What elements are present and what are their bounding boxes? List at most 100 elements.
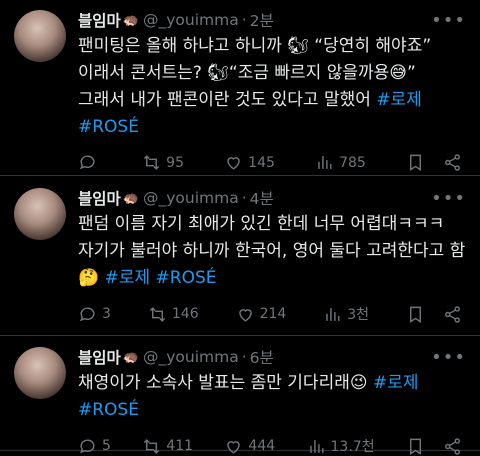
text-line: 팬미팅은 올해 하냐고 하니까 🐿 “당연히 해야죠” <box>78 36 432 56</box>
tweet-body: 블임마 🦔 @_youimma · 4분 ••• 팬덤 이름 자기 최애가 있긴… <box>78 186 466 335</box>
bookmark-share-group <box>406 153 462 172</box>
reply-button[interactable]: 3 <box>78 305 111 324</box>
share-button[interactable] <box>443 305 462 324</box>
views-count: 13.7천 <box>330 439 375 455</box>
heart-icon <box>227 157 240 170</box>
heart-icon <box>227 440 241 454</box>
retweet-count: 95 <box>166 154 184 171</box>
like-count: 145 <box>248 154 275 171</box>
tweet-text: 팬덤 이름 자기 최애가 있긴 한데 너무 어렵대ㅋㅋㅋ 자기가 불러야 하니까… <box>78 211 466 292</box>
views-bars-icon <box>326 307 340 321</box>
bookmark-share-group <box>406 437 462 456</box>
reply-button[interactable] <box>78 153 102 172</box>
views-bars-icon <box>309 439 324 453</box>
retweet-button[interactable]: 95 <box>142 153 184 172</box>
like-count: 444 <box>248 438 276 454</box>
reply-bubble-icon <box>79 155 95 170</box>
tweet-header: 블임마 🦔 @_youimma · 2분 ••• <box>78 8 466 32</box>
handle[interactable]: @_youimma <box>143 11 239 29</box>
more-dots-icon[interactable]: ••• <box>431 188 466 209</box>
display-name[interactable]: 블임마 <box>78 187 121 209</box>
avatar[interactable] <box>14 347 66 399</box>
tweet-header: 블임마 🦔 @_youimma · 4분 ••• <box>78 186 466 210</box>
retweet-count: 146 <box>171 306 199 322</box>
share-button[interactable] <box>443 153 462 172</box>
handle[interactable]: @_youimma <box>143 189 239 207</box>
tweet-text: 팬미팅은 올해 하냐고 하니까 🐿 “당연히 해야죠” 이래서 콘서트는? 🐿“… <box>78 33 466 141</box>
retweet-button[interactable]: 411 <box>142 437 193 456</box>
views-count: 3천 <box>347 307 370 323</box>
share-icon <box>445 154 460 171</box>
hashtag-link[interactable]: #ROSÉ <box>78 117 139 137</box>
action-bar: 95 145 785 <box>78 153 466 172</box>
reply-bubble-icon <box>79 306 95 321</box>
action-bar: 3 146 214 3천 <box>78 304 466 324</box>
avatar[interactable] <box>14 188 66 240</box>
retweet-icon <box>144 438 160 454</box>
like-button[interactable]: 444 <box>224 437 275 456</box>
timeline: 블임마 🦔 @_youimma · 2분 ••• 팬미팅은 올해 하냐고 하니까… <box>0 0 480 456</box>
text-line: 🤔 <box>78 268 105 288</box>
like-count: 214 <box>259 306 287 322</box>
bookmark-icon <box>410 306 421 323</box>
retweet-icon <box>144 155 160 170</box>
bookmark-button[interactable] <box>406 305 425 324</box>
handle[interactable]: @_youimma <box>143 348 239 366</box>
share-icon <box>445 437 460 455</box>
bookmark-button[interactable] <box>406 437 425 456</box>
more-dots-icon[interactable]: ••• <box>431 10 466 31</box>
hashtag-link[interactable]: #ROSÉ <box>78 400 139 420</box>
retweet-count: 411 <box>166 438 194 454</box>
views-count: 785 <box>339 154 366 171</box>
hashtag-link[interactable]: #로제 <box>376 90 422 110</box>
reply-count: 3 <box>102 306 111 322</box>
like-button[interactable]: 145 <box>224 153 275 172</box>
text-line: 이래서 콘서트는? 🐿“조금 빠르지 않을까용😅” <box>78 63 416 83</box>
hashtag-link[interactable]: #ROSÉ <box>156 268 217 288</box>
views-bars-icon <box>318 156 332 169</box>
share-icon <box>445 305 460 323</box>
views-button[interactable]: 13.7천 <box>307 436 375 456</box>
text-line: 채영이가 소속사 발표는 좀만 기다리래😉 <box>78 373 373 393</box>
bookmark-icon <box>410 154 421 171</box>
tweet[interactable]: 블임마 🦔 @_youimma · 2분 ••• 팬미팅은 올해 하냐고 하니까… <box>0 0 480 176</box>
tweet-body: 블임마 🦔 @_youimma · 2분 ••• 팬미팅은 올해 하냐고 하니까… <box>78 8 466 175</box>
hashtag-link[interactable]: #로제 <box>373 373 419 393</box>
bookmark-share-group <box>406 305 462 324</box>
views-button[interactable]: 3천 <box>323 304 369 324</box>
bookmark-icon <box>409 438 421 455</box>
reply-button[interactable]: 5 <box>78 437 111 456</box>
separator-dot: · <box>241 11 247 29</box>
separator-dot: · <box>241 348 247 366</box>
retweet-button[interactable]: 146 <box>148 305 199 324</box>
name-emoji: 🦔 <box>122 190 139 206</box>
timestamp[interactable]: 6분 <box>250 346 274 368</box>
display-name[interactable]: 블임마 <box>78 9 121 31</box>
more-dots-icon[interactable]: ••• <box>431 347 466 368</box>
like-button[interactable]: 214 <box>236 305 287 324</box>
tweet-header: 블임마 🦔 @_youimma · 6분 ••• <box>78 345 466 369</box>
views-button[interactable]: 785 <box>315 153 366 172</box>
action-bar: 5 411 444 13.7천 <box>78 436 466 456</box>
reply-count: 5 <box>102 438 111 454</box>
display-name[interactable]: 블임마 <box>78 346 121 368</box>
text-line: 팬덤 이름 자기 최애가 있긴 한데 너무 어렵대ㅋㅋㅋ <box>78 214 445 234</box>
heart-icon <box>238 308 252 322</box>
hashtag-link[interactable]: #로제 <box>105 268 151 288</box>
text-line: 그래서 내가 팬콘이란 것도 있다고 말했어 <box>78 90 377 110</box>
bookmark-button[interactable] <box>406 153 425 172</box>
reply-bubble-icon <box>79 438 95 453</box>
avatar[interactable] <box>14 10 66 62</box>
tweet-body: 블임마 🦔 @_youimma · 6분 ••• 채영이가 소속사 발표는 좀만… <box>78 345 466 456</box>
tweet[interactable]: 블임마 🦔 @_youimma · 4분 ••• 팬덤 이름 자기 최애가 있긴… <box>0 176 480 336</box>
tweet-text: 채영이가 소속사 발표는 좀만 기다리래😉 #로제 #ROSÉ <box>78 370 466 424</box>
share-button[interactable] <box>443 437 462 456</box>
retweet-icon <box>149 306 166 322</box>
timestamp[interactable]: 4분 <box>250 187 274 209</box>
name-emoji: 🦔 <box>122 12 139 28</box>
tweet[interactable]: 블임마 🦔 @_youimma · 6분 ••• 채영이가 소속사 발표는 좀만… <box>0 336 480 456</box>
separator-dot: · <box>241 189 247 207</box>
text-line: 자기가 불러야 하니까 한국어, 영어 둘다 고려한다고 함 <box>78 241 466 261</box>
timestamp[interactable]: 2분 <box>250 9 274 31</box>
name-emoji: 🦔 <box>122 349 139 365</box>
